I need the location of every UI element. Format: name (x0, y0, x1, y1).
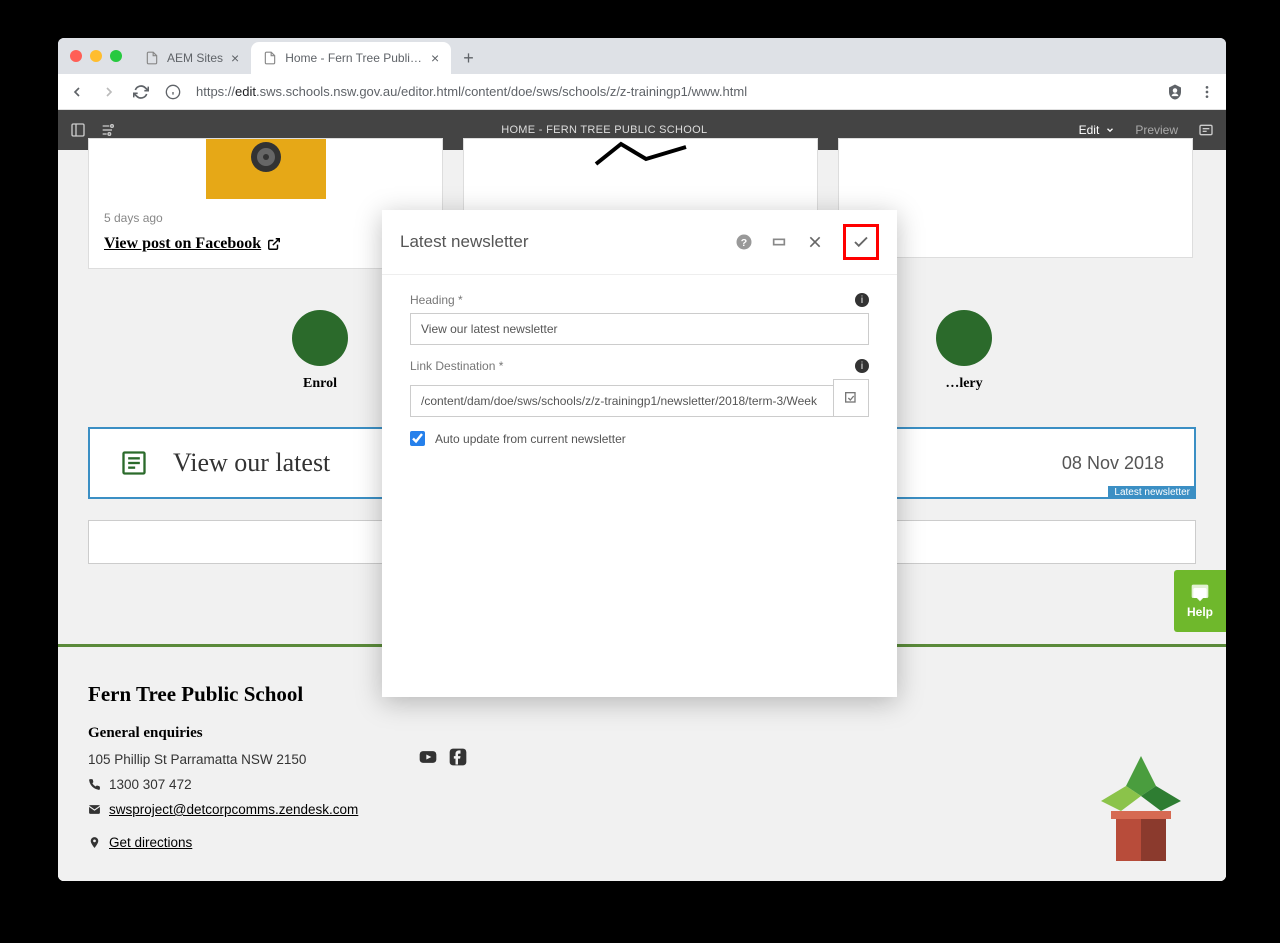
info-icon[interactable]: i (855, 293, 869, 307)
path-picker-icon[interactable] (833, 379, 869, 417)
page-icon (145, 51, 159, 65)
info-icon[interactable]: i (855, 359, 869, 373)
browser-window: AEM Sites × Home - Fern Tree Public Scho… (58, 38, 1226, 881)
circle-nav-item[interactable]: …lery (936, 310, 992, 392)
facebook-link[interactable]: View post on Facebook (104, 235, 281, 253)
back-button[interactable] (68, 84, 86, 100)
url-field[interactable]: https://edit.sws.schools.nsw.gov.au/edit… (196, 84, 1152, 99)
url-text: https://edit.sws.schools.nsw.gov.au/edit… (196, 84, 747, 99)
new-tab-button[interactable]: + (451, 42, 486, 74)
site-info-icon[interactable] (164, 84, 182, 100)
plant-logo (1091, 746, 1191, 866)
dialog-header: Latest newsletter ? (382, 210, 897, 275)
page-viewport: HOME - FERN TREE PUBLIC SCHOOL Edit Prev… (58, 110, 1226, 881)
browser-tab-bar: AEM Sites × Home - Fern Tree Public Scho… (58, 38, 1226, 74)
post-age: 5 days ago (104, 211, 427, 225)
facebook-icon[interactable] (448, 747, 468, 846)
profile-icon[interactable] (1166, 83, 1184, 101)
tab-close-button[interactable]: × (231, 50, 239, 66)
auto-update-checkbox[interactable] (410, 431, 425, 446)
forward-button[interactable] (100, 84, 118, 100)
heading-field[interactable] (410, 313, 869, 345)
fullscreen-icon[interactable] (771, 234, 807, 250)
svg-text:?: ? (741, 237, 747, 249)
window-maximize-button[interactable] (110, 50, 122, 62)
close-icon[interactable] (807, 234, 843, 250)
footer-address: 105 Phillip St Parramatta NSW 2150 (88, 752, 418, 767)
window-minimize-button[interactable] (90, 50, 102, 62)
footer-enquiries-heading: General enquiries (88, 725, 418, 742)
browser-tab-active[interactable]: Home - Fern Tree Public Scho… × (251, 42, 451, 74)
newsletter-date: 08 Nov 2018 (1062, 453, 1164, 474)
help-icon[interactable]: ? (735, 233, 771, 251)
heading-label: Heading * (410, 293, 463, 307)
window-close-button[interactable] (70, 50, 82, 62)
card-image (206, 139, 326, 199)
circle-nav-item[interactable]: Enrol (292, 310, 348, 392)
newsletter-icon (120, 449, 148, 477)
footer-directions[interactable]: Get directions (88, 835, 418, 850)
side-panel-toggle-icon[interactable] (70, 122, 86, 138)
browser-menu-button[interactable] (1198, 84, 1216, 100)
dialog-title: Latest newsletter (400, 232, 735, 252)
browser-tab[interactable]: AEM Sites × (133, 42, 251, 74)
social-links (418, 682, 468, 846)
page-info-icon[interactable] (100, 122, 116, 138)
footer-email[interactable]: swsproject@detcorpcomms.zendesk.com (88, 802, 418, 817)
component-badge: Latest newsletter (1108, 486, 1196, 499)
edit-mode-dropdown[interactable]: Edit (1079, 123, 1116, 137)
card-image (479, 139, 802, 199)
link-destination-field[interactable] (410, 385, 833, 417)
preview-button[interactable]: Preview (1135, 123, 1178, 137)
reload-button[interactable] (132, 84, 150, 100)
tab-title: AEM Sites (167, 51, 223, 65)
annotate-icon[interactable] (1198, 122, 1214, 138)
footer-phone: 1300 307 472 (88, 777, 418, 792)
dialog-body: Heading * i Link Destination * i Auto upda… (382, 275, 897, 464)
footer-school-name: Fern Tree Public School (88, 682, 418, 707)
component-dialog: Latest newsletter ? Heading * i Link Dest… (382, 210, 897, 697)
page-title: HOME - FERN TREE PUBLIC SCHOOL (130, 124, 1079, 136)
youtube-icon[interactable] (418, 747, 438, 846)
link-destination-label: Link Destination * (410, 359, 503, 373)
address-bar: https://edit.sws.schools.nsw.gov.au/edit… (58, 74, 1226, 110)
traffic-lights (70, 50, 122, 62)
tab-close-button[interactable]: × (431, 50, 439, 66)
auto-update-label: Auto update from current newsletter (435, 432, 626, 446)
help-widget[interactable]: Help (1174, 570, 1226, 632)
done-button[interactable] (843, 224, 879, 260)
tab-title: Home - Fern Tree Public Scho… (285, 51, 423, 65)
page-icon (263, 51, 277, 65)
help-label: Help (1187, 605, 1213, 619)
